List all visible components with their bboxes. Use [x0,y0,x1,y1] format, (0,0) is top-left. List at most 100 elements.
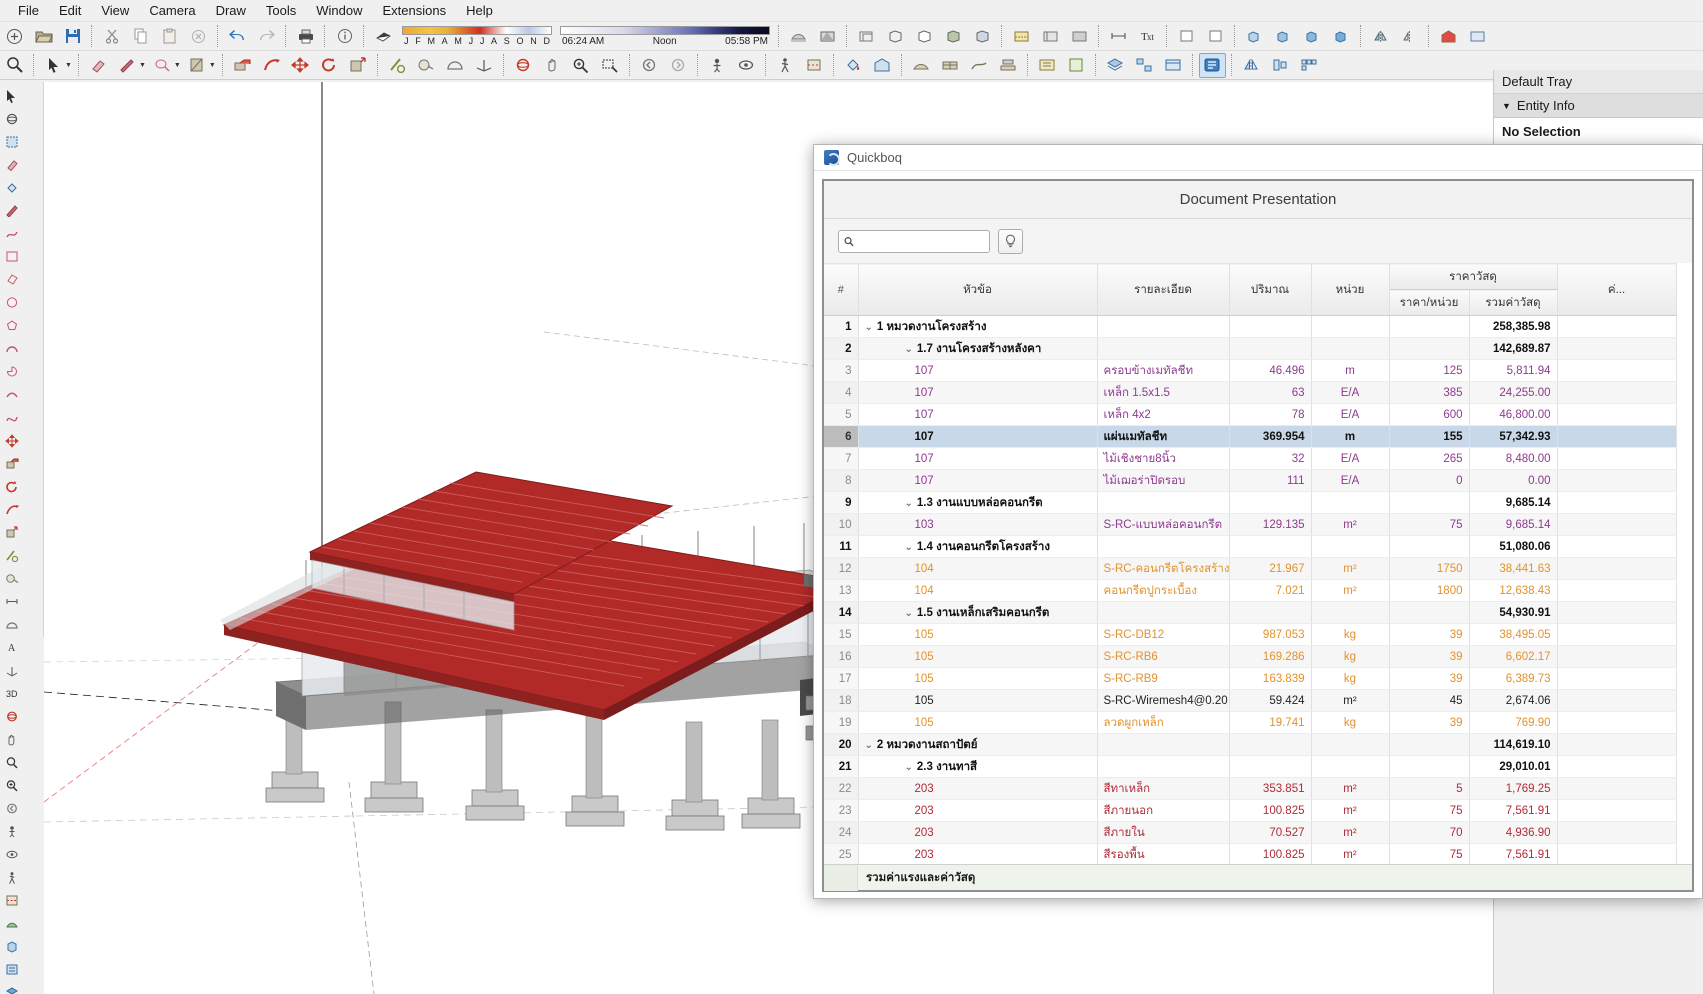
cell-unit[interactable]: m² [1311,821,1390,844]
cell-quantity[interactable]: 32 [1229,447,1312,470]
cell-topic[interactable]: 107 [858,381,1098,404]
bezier-icon[interactable] [1,407,22,428]
follow-me-tool-icon[interactable] [258,53,285,78]
row-index[interactable]: 14 [824,601,859,624]
cell-unit[interactable] [1311,733,1390,756]
row-index[interactable]: 9 [824,491,859,514]
table-row[interactable]: 10 103 S-RC-แบบหล่อคอนกรีต 129.135 m² 75 9,685… [824,513,1677,536]
cell-total-material[interactable]: 114,619.10 [1469,733,1558,756]
cell-quantity[interactable] [1229,337,1312,360]
table-row-group[interactable]: 11 ⌄ 1.4 งานคอนกรีตโครงสร้าง 51,080.06 [824,535,1677,558]
cell-topic[interactable]: 107 [858,469,1098,492]
chevron-expand-icon[interactable]: ⌄ [865,322,873,333]
offset-small-icon[interactable] [1,545,22,566]
table-row[interactable]: 4 107 เหล็ก 1.5x1.5 63 E/A 385 24,255.00 [824,381,1677,404]
cell-next-group[interactable] [1557,425,1677,448]
walk-icon[interactable] [772,53,799,78]
cell-unit[interactable]: m² [1311,689,1390,712]
cell-detail[interactable]: S-RC-แบบหล่อคอนกรีต [1097,513,1230,536]
cell-detail[interactable]: ไม้เชิงชาย8นิ้ว [1097,447,1230,470]
paint-bucket-icon[interactable] [840,53,867,78]
cell-quantity[interactable]: 111 [1229,469,1312,492]
zoom-nav-icon[interactable] [1,752,22,773]
orbit-small-icon[interactable] [1,108,22,129]
section-plane-icon[interactable] [1008,24,1035,49]
cell-detail[interactable] [1097,755,1230,778]
cell-quantity[interactable]: 21.967 [1229,557,1312,580]
circle-icon[interactable] [1,292,22,313]
delete-icon[interactable] [185,24,212,49]
table-row-group[interactable]: 2 ⌄ 1.7 งานโครงสร้างหลังคา 142,689.87 [824,337,1677,360]
cell-total-material[interactable]: 6,602.17 [1469,645,1558,668]
cell-unit[interactable] [1311,755,1390,778]
move-tool-icon[interactable] [287,53,314,78]
cell-unit[interactable] [1311,491,1390,514]
3d-warehouse-icon[interactable] [869,53,896,78]
orbit-nav-icon[interactable] [1,706,22,727]
chevron-down-icon[interactable]: ▼ [209,62,216,69]
col-header-qty[interactable]: ปริมาณ [1229,263,1312,316]
table-row[interactable]: 24 203 สีภายใน 70.527 m² 70 4,936.90 [824,821,1677,844]
undo-icon[interactable] [224,24,251,49]
quickboq-titlebar[interactable]: Quickboq [814,145,1702,171]
cell-price-per-unit[interactable]: 125 [1389,359,1470,382]
cell-detail[interactable]: สีทาเหล็ก [1097,777,1230,800]
table-row[interactable]: 23 203 สีภายนอก 100.825 m² 75 7,561.91 [824,799,1677,822]
menu-item-file[interactable]: File [8,1,49,20]
section-display-icon[interactable] [1037,24,1064,49]
menu-item-edit[interactable]: Edit [49,1,91,20]
cell-total-material[interactable]: 54,930.91 [1469,601,1558,624]
previous-nav-icon[interactable] [1,798,22,819]
section-small-icon[interactable] [1,890,22,911]
row-index[interactable]: 21 [824,755,859,778]
polygon-icon[interactable] [1,315,22,336]
menu-item-tools[interactable]: Tools [256,1,306,20]
cell-unit[interactable]: kg [1311,645,1390,668]
menu-item-window[interactable]: Window [306,1,372,20]
cell-detail[interactable]: S-RC-RB6 [1097,645,1230,668]
cell-price-per-unit[interactable]: 39 [1389,667,1470,690]
row-index[interactable]: 16 [824,645,859,668]
cell-total-material[interactable]: 258,385.98 [1469,315,1558,338]
cell-total-material[interactable]: 1,769.25 [1469,777,1558,800]
layers-small-icon[interactable] [1,982,22,994]
cell-topic[interactable]: 203 [858,843,1098,864]
table-row[interactable]: 17 105 S-RC-RB9 163.839 kg 39 6,389.73 [824,667,1677,690]
table-row[interactable]: 15 105 S-RC-DB12 987.053 kg 39 38,495.05 [824,623,1677,646]
cell-next-group[interactable] [1557,381,1677,404]
col-header-detail[interactable]: รายละเอียด [1097,263,1230,316]
cell-topic[interactable]: ⌄ 2 หมวดงานสถาปัตย์ [858,733,1098,756]
cell-topic[interactable]: ⌄ 1.5 งานเหล็กเสริมคอนกรีต [858,601,1098,624]
row-index[interactable]: 10 [824,513,859,536]
cell-next-group[interactable] [1557,447,1677,470]
row-index[interactable]: 18 [824,689,859,712]
zoom-extents-icon[interactable] [568,53,595,78]
table-row-group[interactable]: 20 ⌄ 2 หมวดงานสถาปัตย์ 114,619.10 [824,733,1677,756]
3dtext-icon[interactable]: 3D [1,683,22,704]
row-index[interactable]: 1 [824,315,859,338]
zoom-extents-nav-icon[interactable] [1,775,22,796]
cell-topic[interactable]: 107 [858,447,1098,470]
cell-topic[interactable]: 103 [858,513,1098,536]
table-row[interactable]: 6 107 แผ่นเมทัลชีท 369.954 m 155 57,342.93 [824,425,1677,448]
sandbox-smoove-icon[interactable] [966,53,993,78]
cell-total-material[interactable]: 29,010.01 [1469,755,1558,778]
zoom-tool-icon[interactable] [1,53,28,78]
cell-quantity[interactable]: 100.825 [1229,843,1312,864]
copy-icon[interactable] [127,24,154,49]
cell-quantity[interactable]: 129.135 [1229,513,1312,536]
chevron-expand-icon[interactable]: ⌄ [905,344,913,355]
solid-tools-subtract-icon[interactable] [1270,24,1297,49]
table-row[interactable]: 19 105 ลวดผูกเหล็ก 19.741 kg 39 769.90 [824,711,1677,734]
row-index[interactable]: 22 [824,777,859,800]
cell-quantity[interactable]: 169.286 [1229,645,1312,668]
table-row[interactable]: 22 203 สีทาเหล็ก 353.851 m² 5 1,769.25 [824,777,1677,800]
table-row[interactable]: 3 107 ครอบข้างเมทัลชีท 46.496 m 125 5,811.94 [824,359,1677,382]
text-small-icon[interactable]: A [1,637,22,658]
cell-topic[interactable]: 104 [858,579,1098,602]
cell-price-per-unit[interactable]: 75 [1389,799,1470,822]
mirror-extension-icon[interactable] [1238,53,1265,78]
paste-icon[interactable] [156,24,183,49]
table-row[interactable]: 12 104 S-RC-คอนกรีตโครงสร้าง 21.967 m² 1750 38… [824,557,1677,580]
cell-price-per-unit[interactable] [1389,601,1470,624]
